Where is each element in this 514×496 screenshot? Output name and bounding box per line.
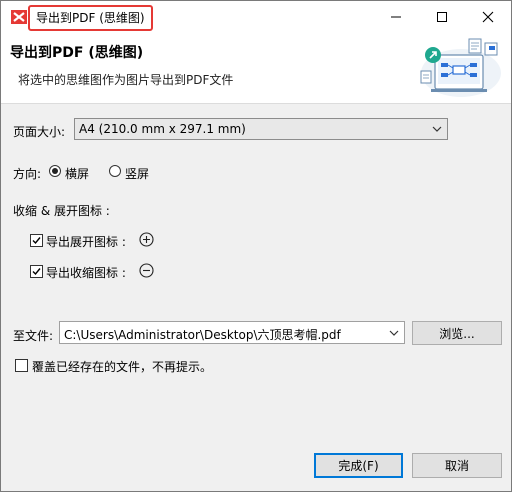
landscape-radio[interactable] [49,165,61,177]
overwrite-label[interactable]: 覆盖已经存在的文件，不再提示。 [32,358,212,375]
chevron-down-icon [389,330,399,336]
page-size-select[interactable]: A4 (210.0 mm x 297.1 mm) [74,118,448,140]
browse-button[interactable]: 浏览... [412,321,502,345]
portrait-radio[interactable] [109,165,121,177]
checkmark-icon [32,268,41,276]
checkmark-icon [32,237,41,245]
maximize-icon [437,12,447,22]
header-title: 导出到PDF (思维图) [10,45,144,61]
plus-circle-icon [139,232,154,247]
window-title: 导出到PDF (思维图) [28,5,153,31]
close-icon [482,11,494,23]
header-subtitle: 将选中的思维图作为图片导出到PDF文件 [18,73,234,87]
title-bar[interactable]: 导出到PDF (思维图) [1,1,511,33]
export-expand-checkbox[interactable] [30,234,43,247]
export-pdf-dialog: 导出到PDF (思维图) 导出到PDF (思维图) 将选中的思维图作为图片导出到… [0,0,512,492]
export-illustration-icon [420,38,501,97]
collapse-expand-label: 收缩 & 展开图标 : [13,204,110,218]
minus-circle-icon [139,263,154,278]
landscape-label[interactable]: 横屏 [65,165,89,182]
target-file-label: 至文件: [13,329,54,343]
portrait-label[interactable]: 竖屏 [125,165,149,182]
file-path-value: C:\Users\Administrator\Desktop\六顶思考帽.pdf [64,328,341,342]
finish-button[interactable]: 完成(F) [314,453,403,478]
file-path-combobox[interactable]: C:\Users\Administrator\Desktop\六顶思考帽.pdf [59,321,405,344]
page-size-value: A4 (210.0 mm x 297.1 mm) [79,122,246,136]
export-collapse-label[interactable]: 导出收缩图标 : [46,264,126,281]
minimize-button[interactable] [373,1,419,33]
export-collapse-checkbox[interactable] [30,265,43,278]
close-button[interactable] [465,1,511,33]
export-expand-label[interactable]: 导出展开图标 : [46,233,126,250]
overwrite-checkbox[interactable] [15,359,28,372]
dialog-header: 导出到PDF (思维图) 将选中的思维图作为图片导出到PDF文件 [1,33,511,104]
orientation-label: 方向: [13,167,42,181]
maximize-button[interactable] [419,1,465,33]
chevron-down-icon [432,126,442,132]
minimize-icon [391,16,401,18]
page-size-label: 页面大小: [13,125,66,139]
cancel-button[interactable]: 取消 [412,453,502,478]
radio-selected-dot [52,168,58,174]
app-logo-icon [11,10,27,24]
